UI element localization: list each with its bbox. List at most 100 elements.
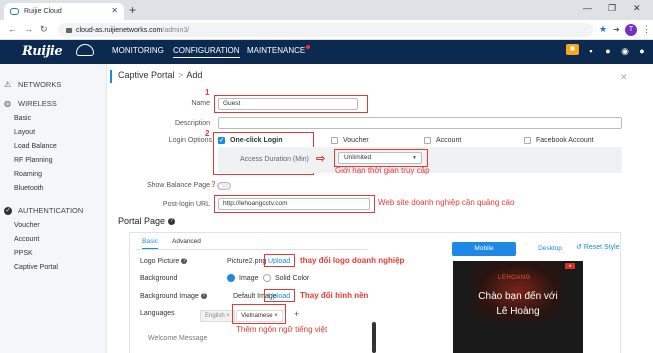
networks-icon: ⚠: [4, 79, 12, 89]
extensions-icon[interactable]: ➜: [613, 25, 620, 34]
browser-titlebar: Ruijie Cloud ✕ + — ❐ ✕: [0, 0, 653, 20]
ruijie-cloud-favicon-icon: [10, 8, 19, 15]
tab-basic[interactable]: Basic: [142, 238, 158, 249]
preview-brand-logo: LEHOANG: [498, 275, 531, 281]
background-upload-button[interactable]: Upload: [268, 293, 290, 300]
sidebar-item-rf-planning[interactable]: RF Planning: [14, 157, 53, 164]
show-balance-help-icon: ❓: [210, 182, 217, 188]
background-solid-color-radio[interactable]: Solid Color: [263, 274, 309, 282]
voucher-label: Voucher: [343, 137, 369, 144]
breadcrumb-parent[interactable]: Captive Portal: [118, 70, 175, 80]
ruijie-logo[interactable]: Ruijie: [22, 44, 63, 59]
forward-icon[interactable]: →: [24, 24, 33, 34]
add-language-button[interactable]: +: [294, 309, 299, 319]
sidebar-item-voucher[interactable]: Voucher: [14, 222, 40, 229]
sidebar-item-roaming[interactable]: Roaming: [14, 171, 42, 178]
vietnam-flag-icon[interactable]: ★: [565, 263, 575, 269]
access-duration-select[interactable]: Unlimited ▼: [338, 152, 422, 164]
editor-scrollbar[interactable]: [372, 322, 376, 353]
logo-upload-button[interactable]: Upload: [268, 258, 290, 265]
sidebar-item-load-balance[interactable]: Load Balance: [14, 143, 57, 150]
tab-advanced[interactable]: Advanced: [172, 238, 201, 245]
settings-icon[interactable]: ◉: [620, 46, 630, 56]
address-bar-row: ← → ↻ cloud-as.ruijienetworks.com/admin3…: [0, 20, 653, 40]
close-window-icon[interactable]: ✕: [633, 3, 641, 14]
preview-welcome-line2: Lê Hoàng: [496, 306, 540, 317]
background-help-icon: ?: [200, 293, 207, 300]
solid-color-option-label: Solid Color: [275, 274, 310, 282]
background-image-option-label: Image: [239, 274, 259, 282]
description-input[interactable]: [218, 117, 622, 129]
checkbox-checked-icon: ✓: [218, 137, 225, 144]
sidebar-item-layout[interactable]: Layout: [14, 129, 35, 136]
bookmark-star-icon[interactable]: ★: [599, 24, 607, 35]
language-chip-vietnamese[interactable]: Vietnamese ×: [236, 310, 283, 322]
reload-icon[interactable]: ↻: [40, 24, 48, 35]
annotation-website-ad: Web site doanh nghiệp cần quảng cáo: [378, 198, 515, 207]
sidebar-item-basic[interactable]: Basic: [14, 115, 31, 122]
sidebar-item-captive-portal[interactable]: Captive Portal: [14, 264, 58, 271]
browser-menu-icon[interactable]: ⋮: [642, 24, 651, 35]
show-balance-toggle[interactable]: [217, 182, 231, 190]
breadcrumb: Captive Portal > Add: [110, 70, 202, 83]
annotation-change-logo: thay đổi logo doanh nghiệp: [300, 256, 405, 265]
background-label: Background: [140, 275, 178, 282]
sidebar-item-ppsk[interactable]: PPSK: [14, 250, 33, 257]
sidebar-section-networks[interactable]: ⚠ NETWORKS: [4, 80, 61, 89]
wireless-icon: ◍: [4, 98, 11, 108]
checkbox-unchecked-icon: [424, 137, 431, 144]
sidebar-authentication-label: AUTHENTICATION: [18, 206, 84, 215]
gift-icon[interactable]: ▣: [566, 44, 579, 55]
shield-check-icon: ✓: [4, 206, 12, 215]
app-header: Ruijie MONITORING CONFIGURATION MAINTENA…: [0, 40, 653, 64]
nav-configuration[interactable]: CONFIGURATION: [173, 46, 240, 58]
access-duration-label: Access Duration (Min): [240, 156, 309, 163]
language-chip-english[interactable]: English ×: [200, 310, 235, 322]
reset-style-button[interactable]: ↺ Reset Style: [576, 243, 620, 251]
close-panel-icon[interactable]: ✕: [620, 72, 628, 83]
logo-picture-label-text: Logo Picture: [140, 258, 180, 265]
breadcrumb-separator: >: [178, 70, 184, 80]
background-image-label: Background Image?: [140, 293, 207, 300]
url-path: /admin3/: [162, 26, 190, 34]
voucher-checkbox[interactable]: Voucher: [331, 137, 369, 144]
maximize-icon[interactable]: ❐: [608, 3, 616, 14]
sidebar-item-bluetooth[interactable]: Bluetooth: [14, 185, 44, 192]
annotation-add-language: Thêm ngôn ngữ tiếng việt: [236, 325, 328, 334]
background-image-radio[interactable]: Image: [227, 274, 258, 282]
annotation-change-background: Thay đổi hình nền: [300, 291, 369, 300]
grid-icon[interactable]: ▪: [586, 46, 596, 56]
nav-maintenance[interactable]: MAINTENANCE: [247, 46, 305, 55]
facebook-account-checkbox[interactable]: Facebook Account: [524, 137, 594, 144]
help-icon[interactable]: ●: [603, 46, 613, 56]
sidebar-item-account[interactable]: Account: [14, 236, 39, 243]
dropdown-caret-icon: ▼: [412, 155, 417, 161]
cloud-logo-icon: [76, 44, 94, 56]
welcome-message-label: Welcome Message: [148, 335, 208, 342]
minimize-icon[interactable]: —: [583, 3, 592, 13]
browser-tab[interactable]: Ruijie Cloud ✕: [4, 3, 124, 20]
new-tab-icon[interactable]: +: [129, 3, 136, 17]
annotation-arrow-icon: ⇨: [316, 153, 326, 165]
url-field[interactable]: cloud-as.ruijienetworks.com/admin3/: [58, 23, 593, 37]
profile-avatar[interactable]: T: [625, 24, 637, 36]
close-tab-icon[interactable]: ✕: [111, 6, 118, 15]
one-click-login-checkbox[interactable]: ✓ One-click Login: [218, 137, 283, 144]
url-host: cloud-as.ruijienetworks.com: [76, 26, 163, 34]
facebook-account-label: Facebook Account: [536, 137, 594, 144]
sidebar-section-wireless[interactable]: ◍ WIRELESS: [4, 99, 57, 108]
mobile-view-button[interactable]: Mobile: [452, 242, 516, 256]
logo-file-name: Picture2.png: [227, 258, 267, 265]
background-image-label-text: Background Image: [140, 293, 199, 300]
back-icon[interactable]: ←: [8, 24, 17, 34]
user-icon[interactable]: ●: [637, 46, 647, 56]
checkbox-unchecked-icon: [524, 137, 531, 144]
nav-monitoring[interactable]: MONITORING: [112, 46, 164, 55]
show-balance-label: Show Balance Page: [146, 182, 210, 189]
post-login-url-input[interactable]: http://lehoangcctv.com: [218, 198, 370, 210]
name-input[interactable]: Guest: [218, 98, 358, 110]
account-checkbox[interactable]: Account: [424, 137, 461, 144]
sidebar-section-authentication[interactable]: ✓ AUTHENTICATION: [4, 206, 83, 215]
account-label: Account: [436, 137, 462, 144]
desktop-view-button[interactable]: Desktop: [518, 242, 582, 256]
